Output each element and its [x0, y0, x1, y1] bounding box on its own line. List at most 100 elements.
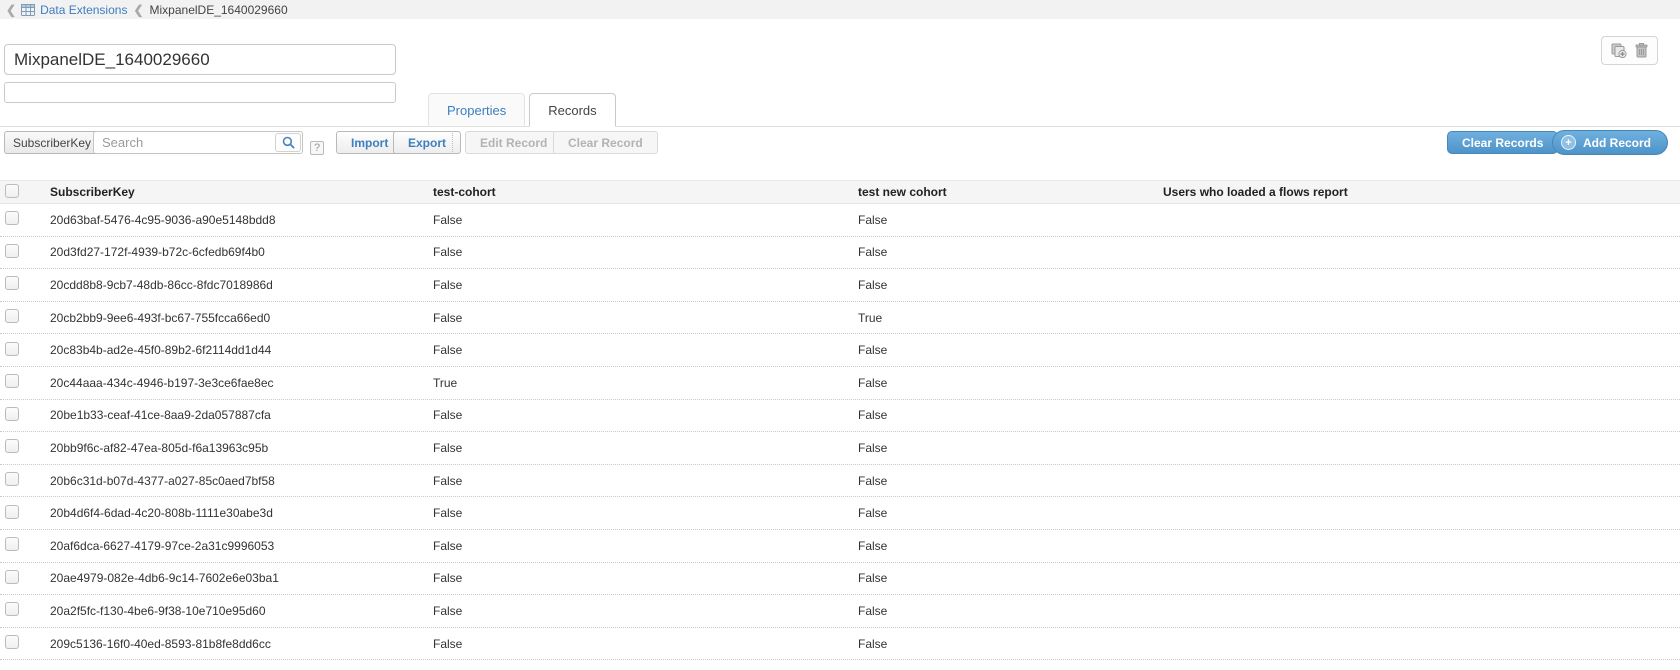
cell-subscriberkey: 20bb9f6c-af82-47ea-805d-f6a13963c95b: [45, 441, 430, 455]
cell-test-new-cohort: False: [855, 278, 1160, 292]
column-header-flows-report: Users who loaded a flows report: [1160, 185, 1680, 199]
cell-subscriberkey: 20cb2bb9-9ee6-493f-bc67-755fcca66ed0: [45, 311, 430, 325]
edit-record-button[interactable]: Edit Record: [465, 131, 562, 154]
cell-test-cohort: False: [430, 311, 855, 325]
row-checkbox[interactable]: [5, 537, 19, 551]
cell-test-cohort: False: [430, 278, 855, 292]
cell-test-new-cohort: False: [855, 539, 1160, 553]
cell-test-cohort: False: [430, 343, 855, 357]
table-row[interactable]: 20c83b4b-ad2e-45f0-89b2-6f2114dd1d44 Fal…: [0, 334, 1680, 367]
table-row[interactable]: 20be1b33-ceaf-41ce-8aa9-2da057887cfa Fal…: [0, 400, 1680, 433]
column-header-test-cohort: test-cohort: [430, 185, 855, 199]
cell-subscriberkey: 20ae4979-082e-4db6-9c14-7602e6e03ba1: [45, 571, 430, 585]
cell-test-cohort: False: [430, 539, 855, 553]
breadcrumb-separator-icon: ❮: [133, 3, 143, 17]
copy-data-extension-icon[interactable]: [1611, 43, 1627, 58]
cell-subscriberkey: 20be1b33-ceaf-41ce-8aa9-2da057887cfa: [45, 408, 430, 422]
cell-test-new-cohort: False: [855, 441, 1160, 455]
breadcrumb-current-page: MixpanelDE_1640029660: [150, 3, 288, 17]
data-extension-name-input[interactable]: [4, 44, 396, 75]
select-all-checkbox[interactable]: [5, 184, 19, 198]
table-row[interactable]: 20b4d6f4-6dad-4c20-808b-1111e30abe3d Fal…: [0, 497, 1680, 530]
cell-test-cohort: False: [430, 571, 855, 585]
back-chevron-icon[interactable]: ❮: [6, 3, 16, 17]
data-extension-grid-icon: [21, 4, 35, 16]
row-checkbox[interactable]: [5, 407, 19, 421]
column-header-subscriberkey: SubscriberKey: [45, 185, 430, 199]
cell-test-new-cohort: False: [855, 376, 1160, 390]
help-icon[interactable]: ?: [310, 141, 324, 155]
cell-subscriberkey: 20af6dca-6627-4179-97ce-2a31c9996053: [45, 539, 430, 553]
header-actions: [1601, 36, 1658, 65]
tabstrip: Properties Records: [428, 93, 620, 127]
clear-records-button[interactable]: Clear Records: [1447, 131, 1558, 154]
cell-test-cohort: False: [430, 604, 855, 618]
records-table: SubscriberKey test-cohort test new cohor…: [0, 180, 1680, 660]
row-checkbox[interactable]: [5, 602, 19, 616]
table-row[interactable]: 20b6c31d-b07d-4377-a027-85c0aed7bf58 Fal…: [0, 465, 1680, 498]
table-row[interactable]: 20cb2bb9-9ee6-493f-bc67-755fcca66ed0 Fal…: [0, 302, 1680, 335]
cell-test-new-cohort: False: [855, 343, 1160, 357]
row-checkbox[interactable]: [5, 570, 19, 584]
clear-record-button[interactable]: Clear Record: [553, 131, 658, 154]
cell-test-cohort: True: [430, 376, 855, 390]
cell-subscriberkey: 20b6c31d-b07d-4377-a027-85c0aed7bf58: [45, 474, 430, 488]
row-checkbox[interactable]: [5, 276, 19, 290]
table-row[interactable]: 20ae4979-082e-4db6-9c14-7602e6e03ba1 Fal…: [0, 563, 1680, 596]
row-checkbox[interactable]: [5, 439, 19, 453]
cell-test-cohort: False: [430, 245, 855, 259]
table-row[interactable]: 20a2f5fc-f130-4be6-9f38-10e710e95d60 Fal…: [0, 595, 1680, 628]
row-checkbox[interactable]: [5, 374, 19, 388]
table-header-row: SubscriberKey test-cohort test new cohor…: [0, 180, 1680, 204]
table-row[interactable]: 20d3fd27-172f-4939-b72c-6cfedb69f4b0 Fal…: [0, 237, 1680, 270]
row-checkbox[interactable]: [5, 211, 19, 225]
data-extension-description-input[interactable]: [4, 82, 396, 103]
cell-test-new-cohort: False: [855, 637, 1160, 651]
delete-data-extension-icon[interactable]: [1635, 43, 1648, 58]
add-record-label: Add Record: [1583, 136, 1651, 150]
search-submit-button[interactable]: [275, 133, 301, 152]
add-record-button[interactable]: + Add Record: [1552, 130, 1668, 155]
search-field-dropdown-value: SubscriberKey: [13, 136, 91, 150]
row-checkbox[interactable]: [5, 244, 19, 258]
tab-records[interactable]: Records: [529, 93, 615, 127]
cell-test-cohort: False: [430, 474, 855, 488]
cell-test-new-cohort: False: [855, 571, 1160, 585]
table-row[interactable]: 20bb9f6c-af82-47ea-805d-f6a13963c95b Fal…: [0, 432, 1680, 465]
export-button[interactable]: Export: [393, 131, 461, 154]
cell-test-cohort: False: [430, 213, 855, 227]
data-extension-records-page: ❮ Data Extensions ❮ MixpanelDE_164002966…: [0, 0, 1680, 670]
table-row[interactable]: 20af6dca-6627-4179-97ce-2a31c9996053 Fal…: [0, 530, 1680, 563]
toolbar-separator: [452, 131, 453, 154]
search-box: [93, 131, 303, 154]
row-checkbox[interactable]: [5, 505, 19, 519]
cell-test-new-cohort: False: [855, 604, 1160, 618]
cell-test-cohort: False: [430, 506, 855, 520]
table-row[interactable]: 209c5136-16f0-40ed-8593-81b8fe8dd6cc Fal…: [0, 628, 1680, 661]
cell-subscriberkey: 20d3fd27-172f-4939-b72c-6cfedb69f4b0: [45, 245, 430, 259]
tab-properties[interactable]: Properties: [428, 93, 525, 127]
row-checkbox[interactable]: [5, 635, 19, 649]
cell-test-new-cohort: False: [855, 213, 1160, 227]
cell-test-new-cohort: False: [855, 408, 1160, 422]
row-checkbox[interactable]: [5, 472, 19, 486]
records-toolbar: SubscriberKey ▼ ? Import Export Edit Rec…: [0, 127, 1680, 167]
plus-icon: +: [1561, 135, 1576, 150]
cell-test-cohort: False: [430, 441, 855, 455]
column-header-test-new-cohort: test new cohort: [855, 185, 1160, 199]
table-row[interactable]: 20cdd8b8-9cb7-48db-86cc-8fdc7018986d Fal…: [0, 269, 1680, 302]
cell-test-cohort: False: [430, 637, 855, 651]
row-checkbox[interactable]: [5, 342, 19, 356]
table-row[interactable]: 20d63baf-5476-4c95-9036-a90e5148bdd8 Fal…: [0, 204, 1680, 237]
cell-test-cohort: False: [430, 408, 855, 422]
breadcrumb: ❮ Data Extensions ❮ MixpanelDE_164002966…: [0, 0, 1680, 19]
cell-test-new-cohort: False: [855, 245, 1160, 259]
cell-test-new-cohort: False: [855, 506, 1160, 520]
table-row[interactable]: 20c44aaa-434c-4946-b197-3e3ce6fae8ec Tru…: [0, 367, 1680, 400]
row-checkbox[interactable]: [5, 309, 19, 323]
breadcrumb-link-data-extensions[interactable]: Data Extensions: [40, 3, 127, 17]
cell-subscriberkey: 20cdd8b8-9cb7-48db-86cc-8fdc7018986d: [45, 278, 430, 292]
cell-subscriberkey: 209c5136-16f0-40ed-8593-81b8fe8dd6cc: [45, 637, 430, 651]
cell-test-new-cohort: False: [855, 474, 1160, 488]
search-input[interactable]: [93, 131, 303, 154]
